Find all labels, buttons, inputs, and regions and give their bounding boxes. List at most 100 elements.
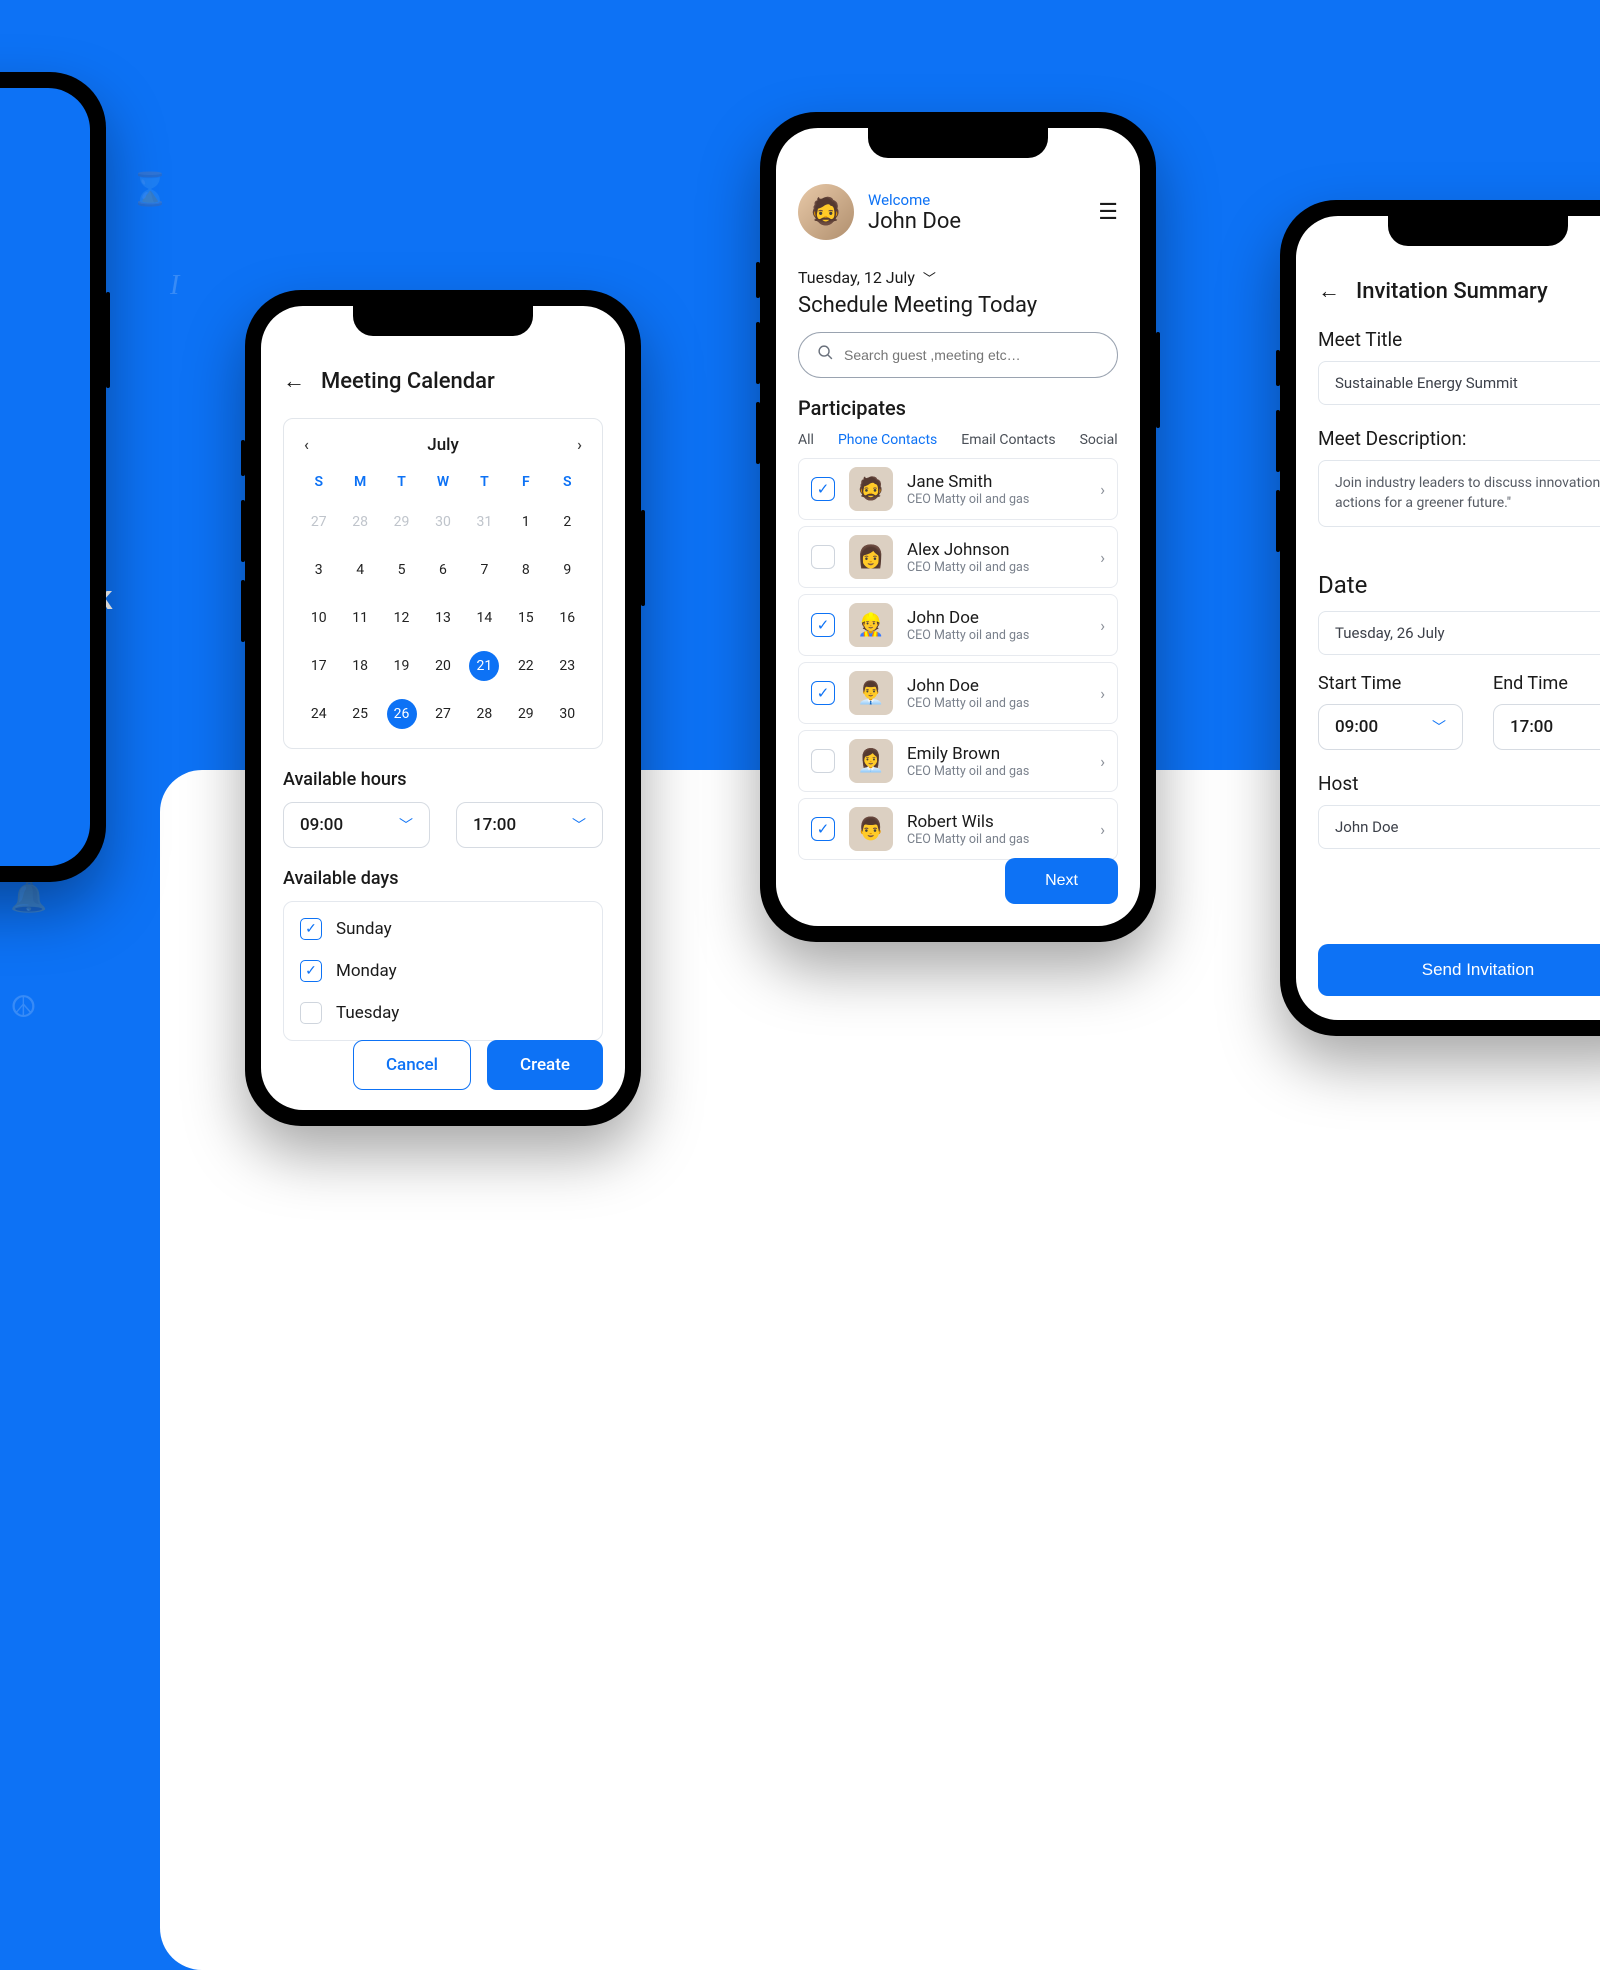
meet-title-label: Meet Title — [1318, 328, 1600, 351]
avatar[interactable]: 🧔 — [798, 184, 854, 240]
checkbox[interactable]: ✓ — [811, 681, 835, 705]
calendar-day[interactable]: 6 — [422, 546, 463, 594]
calendar-day[interactable]: 5 — [381, 546, 422, 594]
contact-tabs: All Phone Contacts Email Contacts Social… — [798, 432, 1118, 448]
current-date: Tuesday, 12 July — [798, 268, 915, 287]
search-field[interactable] — [798, 332, 1118, 378]
calendar-day[interactable]: 28 — [464, 690, 505, 738]
calendar-day[interactable]: 14 — [464, 594, 505, 642]
hours-from-select[interactable]: 09:00 ﹀ — [283, 802, 430, 848]
phone-frame-invitation: ← Invitation Summary Meet Title Sustaina… — [1280, 200, 1600, 1036]
create-button[interactable]: Create — [487, 1040, 603, 1090]
calendar-day[interactable]: 13 — [422, 594, 463, 642]
date-field[interactable]: Tuesday, 26 July — [1318, 611, 1600, 655]
calendar-day[interactable]: 17 — [298, 642, 339, 690]
calendar-day[interactable]: 30 — [547, 690, 588, 738]
calendar-day[interactable]: 26 — [381, 690, 422, 738]
participant-row[interactable]: ✓👨‍💼John DoeCEO Matty oil and gas› — [798, 662, 1118, 724]
calendar-day[interactable]: 30 — [422, 498, 463, 546]
calendar-day[interactable]: 15 — [505, 594, 546, 642]
calendar-day[interactable]: 21 — [464, 642, 505, 690]
participant-row[interactable]: ✓🧔Jane SmithCEO Matty oil and gas› — [798, 458, 1118, 520]
cancel-button[interactable]: Cancel — [353, 1040, 471, 1090]
chevron-right-icon: › — [1100, 684, 1105, 703]
checkbox[interactable] — [811, 545, 835, 569]
host-field[interactable]: John Doe — [1318, 805, 1600, 849]
chevron-down-icon: ﹀ — [572, 815, 586, 835]
next-button[interactable]: Next — [1005, 858, 1118, 904]
calendar-day[interactable]: 24 — [298, 690, 339, 738]
calendar-day[interactable]: 18 — [339, 642, 380, 690]
calendar-day[interactable]: 19 — [381, 642, 422, 690]
available-day-row[interactable]: ✓Sunday — [284, 908, 602, 950]
send-invitation-button[interactable]: Send Invitation — [1318, 944, 1600, 996]
calendar-day[interactable]: 27 — [422, 690, 463, 738]
search-input[interactable] — [844, 347, 1099, 363]
meet-title-field[interactable]: Sustainable Energy Summit — [1318, 361, 1600, 405]
checkbox[interactable]: ✓ — [811, 613, 835, 637]
tab-all[interactable]: All — [798, 432, 814, 448]
calendar-day[interactable]: 23 — [547, 642, 588, 690]
calendar-day[interactable]: 31 — [464, 498, 505, 546]
checkbox[interactable] — [811, 749, 835, 773]
calendar-day[interactable]: 27 — [298, 498, 339, 546]
hours-to-select[interactable]: 17:00 ﹀ — [456, 802, 603, 848]
calendar-day[interactable]: 12 — [381, 594, 422, 642]
calendar-day[interactable]: 3 — [298, 546, 339, 594]
back-arrow-icon[interactable]: ← — [283, 368, 305, 394]
calendar-day[interactable]: 16 — [547, 594, 588, 642]
end-time-select[interactable]: 17:00 ﹀ — [1493, 704, 1600, 750]
checkbox[interactable] — [300, 1002, 322, 1024]
calendar-day[interactable]: 20 — [422, 642, 463, 690]
calendar-day[interactable]: 11 — [339, 594, 380, 642]
calendar-day[interactable]: 2 — [547, 498, 588, 546]
calendar-day[interactable]: 29 — [381, 498, 422, 546]
month-label: July — [427, 435, 459, 455]
checkbox[interactable]: ✓ — [300, 918, 322, 940]
calendar-day[interactable]: 29 — [505, 690, 546, 738]
calendar-grid[interactable]: SMTWTFS272829303112345678910111213141516… — [298, 466, 588, 738]
participant-subtitle: CEO Matty oil and gas — [907, 764, 1029, 779]
meet-desc-field[interactable]: Join industry leaders to discuss innovat… — [1318, 460, 1600, 527]
chevron-down-icon: ﹀ — [923, 268, 936, 287]
day-name: Monday — [336, 961, 397, 981]
participant-row[interactable]: 👩‍💼Emily BrownCEO Matty oil and gas› — [798, 730, 1118, 792]
participant-subtitle: CEO Matty oil and gas — [907, 492, 1029, 507]
tab-email-contacts[interactable]: Email Contacts — [961, 432, 1055, 448]
calendar-day[interactable]: 22 — [505, 642, 546, 690]
next-month-button[interactable]: › — [571, 433, 588, 456]
user-name: John Doe — [868, 209, 961, 234]
calendar-day[interactable]: 8 — [505, 546, 546, 594]
tab-social[interactable]: Social Me — [1080, 432, 1118, 448]
calendar-day[interactable]: 10 — [298, 594, 339, 642]
available-day-row[interactable]: ✓ Monday — [284, 950, 602, 992]
chevron-right-icon: › — [1100, 548, 1105, 567]
available-hours-label: Available hours — [283, 769, 603, 790]
welcome-label: Welcome — [868, 191, 961, 209]
participant-row[interactable]: ✓👨Robert WilsCEO Matty oil and gas› — [798, 798, 1118, 860]
prev-month-button[interactable]: ‹ — [298, 433, 315, 456]
calendar-day[interactable]: 1 — [505, 498, 546, 546]
phone-frame-splash — [0, 72, 106, 882]
date-selector[interactable]: Tuesday, 12 July ﹀ — [798, 268, 1118, 287]
calendar-day[interactable]: 9 — [547, 546, 588, 594]
checkbox[interactable]: ✓ — [811, 817, 835, 841]
back-arrow-icon[interactable]: ← — [1318, 278, 1340, 304]
checkbox[interactable]: ✓ — [811, 477, 835, 501]
start-time-select[interactable]: 09:00 ﹀ — [1318, 704, 1463, 750]
calendar-day[interactable]: 28 — [339, 498, 380, 546]
avatar: 🧔 — [849, 467, 893, 511]
checkbox[interactable]: ✓ — [300, 960, 322, 982]
participant-row[interactable]: ✓👷John DoeCEO Matty oil and gas› — [798, 594, 1118, 656]
menu-icon[interactable]: ☰ — [1098, 200, 1118, 225]
calendar-day[interactable]: 7 — [464, 546, 505, 594]
participant-subtitle: CEO Matty oil and gas — [907, 628, 1029, 643]
participants-label: Participates — [798, 396, 1118, 420]
chevron-right-icon: › — [1100, 820, 1105, 839]
tab-phone-contacts[interactable]: Phone Contacts — [838, 432, 937, 448]
available-day-row[interactable]: Tuesday — [284, 992, 602, 1034]
participant-row[interactable]: 👩Alex JohnsonCEO Matty oil and gas› — [798, 526, 1118, 588]
calendar-day[interactable]: 4 — [339, 546, 380, 594]
avatar: 👷 — [849, 603, 893, 647]
calendar-day[interactable]: 25 — [339, 690, 380, 738]
